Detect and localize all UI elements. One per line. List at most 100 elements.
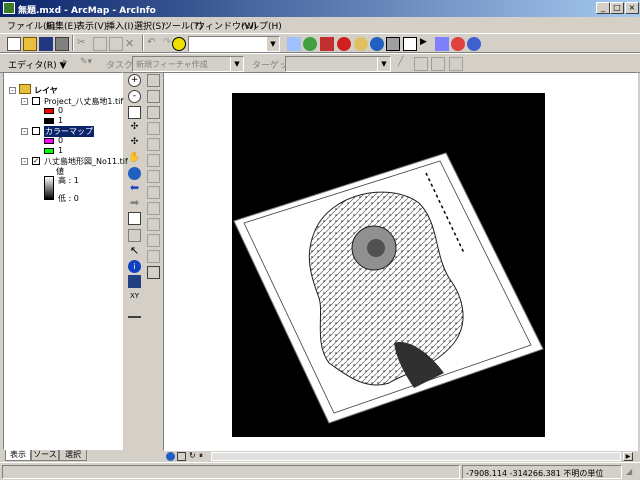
arccatalog-icon[interactable] [320, 37, 334, 51]
undo-icon[interactable]: ↶ [147, 37, 161, 51]
target-combo[interactable]: ▼ [285, 56, 391, 72]
window-title: 無題.mxd - ArcMap - ArcInfo [18, 6, 156, 16]
zoom-in-icon[interactable]: + [128, 74, 141, 87]
menu-insert[interactable]: 挿入(I) [106, 19, 134, 32]
menu-select[interactable]: 選択(S) [134, 19, 165, 32]
rotate-tool-icon[interactable] [414, 57, 428, 71]
layout-pan-icon[interactable] [147, 106, 160, 119]
tab-source[interactable]: ソース [31, 450, 59, 461]
editor-menu[interactable]: エディタ(R) ▼ [8, 58, 66, 71]
split-tool-icon[interactable]: ╱ [398, 57, 412, 71]
zoom-out-icon[interactable]: - [128, 90, 141, 103]
table-of-contents: - レイヤ - Project_八丈島地1.tif 0 1 - カラーマップ 0… [3, 72, 128, 450]
measure-icon[interactable] [128, 305, 141, 318]
go-to-xy-icon[interactable]: XY [128, 290, 141, 303]
menu-bar: ファイル(F) 編集(E) 表示(V) 挿入(I) 選択(S) ツール(T) ウ… [0, 17, 640, 33]
fixed-zoom-in-icon[interactable]: ✣ [128, 122, 141, 135]
menu-view[interactable]: 表示(V) [76, 19, 107, 32]
fixed-zoom-out-icon[interactable]: ✣ [128, 137, 141, 150]
identify-icon[interactable]: i [128, 260, 141, 273]
minimize-button[interactable]: _ [596, 2, 610, 14]
toolbar-separator [142, 35, 144, 51]
expand-root-icon[interactable]: - [9, 87, 16, 95]
map-display[interactable] [163, 72, 638, 451]
scroll-right-icon[interactable]: ▶ [623, 452, 633, 461]
print-icon[interactable] [55, 37, 69, 51]
add-data-icon[interactable] [172, 37, 186, 51]
data-driven-pages-icon[interactable] [147, 266, 160, 279]
paste-icon[interactable] [109, 37, 123, 51]
cut-icon[interactable]: ✂ [77, 37, 91, 51]
scale-combo[interactable]: ▼ [188, 36, 280, 52]
zoom-whole-page-icon[interactable] [147, 154, 160, 167]
data-view-icon[interactable] [166, 452, 175, 461]
layout-fixed-zoom-out-icon[interactable] [147, 138, 160, 151]
full-extent-icon[interactable] [128, 167, 141, 180]
close-button[interactable]: × [625, 2, 639, 14]
maximize-button[interactable]: □ [610, 2, 624, 14]
play-arrow-icon[interactable]: ▶ [420, 37, 434, 51]
menu-edit[interactable]: 編集(E) [46, 19, 77, 32]
expand-layer-icon[interactable]: - [21, 98, 28, 106]
sketch-tool-icon[interactable]: ✎▾ [80, 57, 94, 71]
layout-select-icon[interactable] [147, 218, 160, 231]
resize-grip-icon[interactable]: ◢ [626, 467, 638, 479]
clear-selection-icon[interactable] [128, 229, 141, 242]
back-arrow-icon[interactable]: ⬅ [128, 182, 141, 195]
new-document-icon[interactable] [7, 37, 21, 51]
legend-label: 0 [58, 106, 64, 115]
layout-zoom-in-icon[interactable] [147, 74, 160, 87]
forward-arrow-icon[interactable]: ➡ [128, 197, 141, 210]
save-icon[interactable] [39, 37, 53, 51]
pause-drawing-icon[interactable]: ⏸ [199, 451, 203, 461]
layout-zoom-out-icon[interactable] [147, 90, 160, 103]
layout-back-icon[interactable] [147, 186, 160, 199]
layer-visibility-checkbox[interactable] [32, 127, 40, 135]
editor-toolbar-icon[interactable] [287, 37, 301, 51]
select-element-icon[interactable]: ↖ [128, 245, 141, 258]
layout-focus-icon[interactable] [147, 234, 160, 247]
tab-display[interactable]: 表示 [5, 450, 31, 461]
copy-icon[interactable] [93, 37, 107, 51]
horizontal-scrollbar[interactable] [211, 452, 621, 461]
layer-visibility-checkbox[interactable]: ✓ [32, 157, 40, 165]
edit-tool-icon[interactable]: ▸ [63, 57, 77, 71]
delete-icon[interactable]: ✕ [125, 37, 139, 51]
globe-icon[interactable] [370, 37, 384, 51]
legend-label: 1 [58, 146, 64, 155]
menu-help[interactable]: ヘルプ(H) [241, 19, 282, 32]
expand-layer-icon[interactable]: - [21, 158, 28, 166]
layout-view-icon[interactable] [403, 37, 417, 51]
layout-fixed-zoom-in-icon[interactable] [147, 122, 160, 135]
zoom-100-icon[interactable] [147, 170, 160, 183]
toolbox-icon[interactable] [337, 37, 351, 51]
tab-selection[interactable]: 選択 [59, 450, 87, 461]
pan-zoom-icon[interactable] [128, 106, 141, 119]
layer-name-selected[interactable]: カラーマップ [44, 126, 94, 137]
layer-name[interactable]: Project_八丈島地1.tif [44, 96, 123, 107]
crater-center [367, 239, 385, 257]
refresh-icon[interactable]: ↻ [189, 451, 196, 460]
select-features-icon[interactable] [128, 212, 141, 225]
layout-view-button-icon[interactable] [177, 452, 186, 461]
color-wheel-icon[interactable] [451, 37, 465, 51]
world-icon[interactable] [467, 37, 481, 51]
layer-visibility-checkbox[interactable] [32, 97, 40, 105]
model-builder-icon[interactable] [354, 37, 368, 51]
change-layout-icon[interactable] [147, 250, 160, 263]
attributes-icon[interactable] [431, 57, 445, 71]
expand-layer-icon[interactable]: - [21, 128, 28, 136]
open-folder-icon[interactable] [23, 37, 37, 51]
command-line-icon[interactable] [386, 37, 400, 51]
sketch-properties-icon[interactable] [449, 57, 463, 71]
toc-root-label[interactable]: レイヤ [34, 85, 58, 96]
title-bar: 無題.mxd - ArcMap - ArcInfo _ □ × [0, 0, 640, 17]
arctoolbox-icon[interactable] [303, 37, 317, 51]
layout-forward-icon[interactable] [147, 202, 160, 215]
pan-hand-icon[interactable]: ✋ [128, 152, 141, 165]
task-combo[interactable]: 新規フィーチャ作成 ▼ [132, 56, 244, 72]
find-binoculars-icon[interactable] [128, 275, 141, 288]
graph-icon[interactable] [435, 37, 449, 51]
standard-toolbar: ✂ ✕ ↶ ↷ ▼ ▶ [0, 33, 640, 53]
legend-label: 1 [58, 116, 64, 125]
